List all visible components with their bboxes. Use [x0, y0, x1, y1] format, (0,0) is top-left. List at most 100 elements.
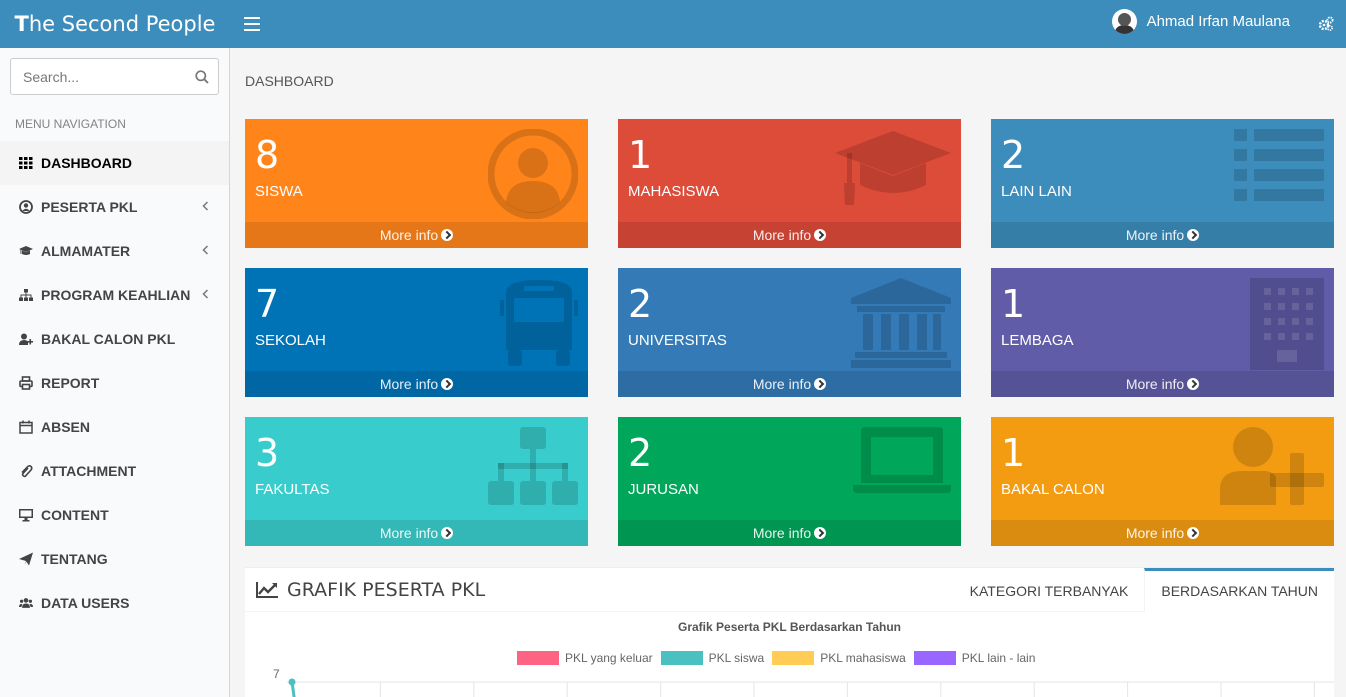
- y-tick-label: 7: [273, 667, 280, 681]
- legend-item[interactable]: PKL yang keluar: [517, 651, 653, 665]
- menu-navigation-header: MENU NAVIGATION: [15, 117, 126, 131]
- sidebar-item-tentang[interactable]: TENTANG: [0, 537, 229, 581]
- list-icon: [1234, 129, 1324, 206]
- more-info-link[interactable]: More info: [245, 520, 588, 546]
- paperclip-icon: [18, 464, 33, 478]
- legend-item[interactable]: PKL lain - lain: [913, 651, 1036, 665]
- chevron-left-icon: [202, 245, 209, 255]
- sidebar-item-peserta-pkl[interactable]: PESERTA PKL: [0, 185, 229, 229]
- sidebar-item-label: ABSEN: [41, 419, 91, 435]
- search-icon[interactable]: [195, 70, 209, 84]
- user-plus-icon: [18, 332, 33, 346]
- info-box-label: LAIN LAIN: [1001, 183, 1072, 200]
- sidebar-item-label: ATTACHMENT: [41, 463, 137, 479]
- search-input[interactable]: [23, 68, 183, 85]
- more-info-link[interactable]: More info: [245, 222, 588, 248]
- legend-item[interactable]: PKL mahasiswa: [772, 651, 906, 665]
- page-title: DASHBOARD: [245, 73, 334, 89]
- sidebar-item-label: CONTENT: [41, 507, 109, 523]
- avatar: [1111, 9, 1137, 34]
- sidebar-item-bakal-calon-pkl[interactable]: BAKAL CALON PKL: [0, 317, 229, 361]
- info-box-bakal-calon: 1 BAKAL CALON More info: [991, 417, 1334, 546]
- chevron-left-icon: [202, 201, 209, 211]
- info-box-value: 2: [628, 431, 653, 475]
- more-info-link[interactable]: More info: [618, 371, 961, 397]
- line-chart-icon: [256, 581, 278, 598]
- sidebar-item-absen[interactable]: ABSEN: [0, 405, 229, 449]
- tab-kategori-terbanyak[interactable]: KATEGORI TERBANYAK: [954, 568, 1145, 612]
- user-name: Ahmad Irfan Maulana: [1146, 13, 1290, 30]
- chevron-left-icon: [202, 289, 209, 299]
- info-box-value: 1: [628, 133, 653, 177]
- info-box-fakultas: 3 FAKULTAS More info: [245, 417, 588, 546]
- sidebar-item-label: ALMAMATER: [41, 243, 131, 259]
- sitemap-icon: [488, 427, 578, 512]
- info-box-label: SISWA: [255, 183, 303, 200]
- sidebar-item-content[interactable]: CONTENT: [0, 493, 229, 537]
- info-box-value: 3: [255, 431, 280, 475]
- user-circle-icon: [18, 200, 33, 214]
- graduation-cap-icon: [18, 244, 33, 258]
- legend-label: PKL lain - lain: [961, 651, 1036, 665]
- top-navbar: The Second People Ahmad Irfan Maulana: [0, 0, 1346, 48]
- graduation-cap-icon: [835, 129, 951, 212]
- more-info-link[interactable]: More info: [991, 222, 1334, 248]
- info-box-sekolah: 7 SEKOLAH More info: [245, 268, 588, 397]
- more-info-link[interactable]: More info: [245, 371, 588, 397]
- sidebar-item-label: REPORT: [41, 375, 100, 391]
- arrow-circle-right-icon: [441, 378, 454, 390]
- data-point-pkl-siswa: [288, 678, 296, 686]
- sidebar-item-attachment[interactable]: ATTACHMENT: [0, 449, 229, 493]
- info-box-value: 2: [628, 282, 653, 326]
- arrow-circle-right-icon: [1187, 527, 1200, 539]
- more-info-link[interactable]: More info: [618, 520, 961, 546]
- more-info-link[interactable]: More info: [991, 371, 1334, 397]
- paper-plane-icon: [18, 552, 33, 566]
- sidebar-item-almamater[interactable]: ALMAMATER: [0, 229, 229, 273]
- desktop-icon: [18, 508, 33, 522]
- sidebar-item-label: PESERTA PKL: [41, 199, 138, 215]
- info-box-value: 2: [1001, 133, 1026, 177]
- legend-swatch: [660, 651, 703, 665]
- legend-swatch: [517, 651, 559, 665]
- legend-label: PKL yang keluar: [565, 651, 653, 665]
- sidebar-toggle-icon[interactable]: [244, 17, 260, 31]
- legend-label: PKL mahasiswa: [820, 651, 906, 665]
- info-box-label: JURUSAN: [628, 481, 699, 498]
- info-box-label: UNIVERSITAS: [628, 332, 727, 349]
- sidebar-search: [10, 58, 219, 95]
- tab-berdasarkan-tahun[interactable]: BERDASARKAN TAHUN: [1144, 568, 1334, 612]
- content-wrapper: DASHBOARD 8 SISWA More info 1 MAHASISWA M…: [230, 48, 1346, 697]
- info-box-label: MAHASISWA: [628, 183, 720, 200]
- more-info-link[interactable]: More info: [618, 222, 961, 248]
- chart-panel-title: GRAFIK PESERTA PKL: [287, 578, 486, 601]
- more-info-link[interactable]: More info: [991, 520, 1334, 546]
- sidebar-item-report[interactable]: REPORT: [0, 361, 229, 405]
- bus-icon: [500, 278, 578, 373]
- user-menu[interactable]: Ahmad Irfan Maulana: [1111, 9, 1290, 34]
- sidebar-item-label: TENTANG: [41, 551, 108, 567]
- sidebar: MENU NAVIGATION DASHBOARD PESERTA PKL ALMA…: [0, 48, 230, 697]
- sidebar-item-label: DATA USERS: [41, 595, 130, 611]
- sidebar-item-data-users[interactable]: DATA USERS: [0, 581, 229, 625]
- sidebar-item-program-keahlian[interactable]: PROGRAM KEAHLIAN: [0, 273, 229, 317]
- arrow-circle-right-icon: [1187, 378, 1200, 390]
- info-box-value: 8: [255, 133, 280, 177]
- arrow-circle-right-icon: [814, 229, 827, 241]
- chart-panel: GRAFIK PESERTA PKL KATEGORI TERBANYAK BE…: [245, 567, 1334, 697]
- calendar-icon: [18, 420, 33, 434]
- chart-plot: [287, 678, 1334, 697]
- arrow-circle-right-icon: [814, 378, 827, 390]
- legend-item[interactable]: PKL siswa: [660, 651, 764, 665]
- info-box-label: FAKULTAS: [255, 481, 330, 498]
- app-logo[interactable]: The Second People: [0, 0, 230, 48]
- gears-icon[interactable]: [1318, 16, 1334, 32]
- info-box-mahasiswa: 1 MAHASISWA More info: [618, 119, 961, 248]
- info-box-label: LEMBAGA: [1001, 332, 1074, 349]
- arrow-circle-right-icon: [1187, 229, 1200, 241]
- info-box-label: SEKOLAH: [255, 332, 326, 349]
- sidebar-item-dashboard[interactable]: DASHBOARD: [0, 141, 229, 185]
- sidebar-menu: DASHBOARD PESERTA PKL ALMAMATER PROGRAM KEA…: [0, 141, 229, 625]
- legend-swatch: [913, 651, 956, 665]
- chart-panel-header: GRAFIK PESERTA PKL KATEGORI TERBANYAK BE…: [245, 568, 1334, 612]
